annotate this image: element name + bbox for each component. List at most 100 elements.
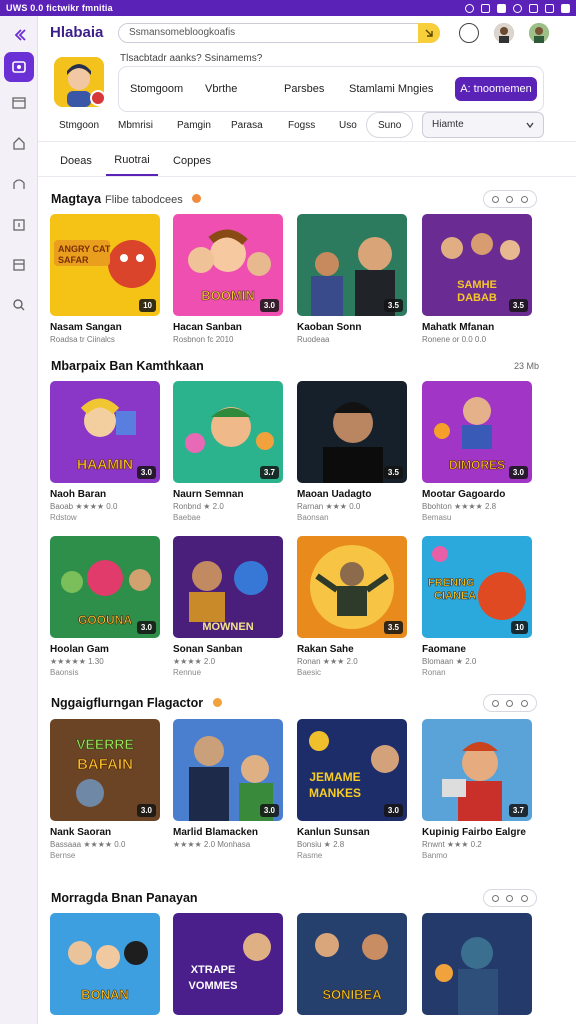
game-card[interactable]: 3.5 Maoan Uadagto Rarnan ★★★ 0.0 Baonsan (297, 381, 407, 522)
game-card[interactable]: SAMHE DABAB 3.5 Mahatk Mfanan Ronene or 0… (422, 214, 532, 344)
game-thumbnail[interactable]: 3.0 (173, 719, 283, 821)
tab-deals[interactable]: Doeas (58, 146, 94, 176)
game-thumbnail[interactable]: BOOMIN 3.0 (173, 214, 283, 316)
game-title[interactable]: Naoh Baran (50, 489, 160, 500)
game-card[interactable] (422, 913, 532, 1015)
game-thumbnail[interactable] (422, 913, 532, 1015)
category-item[interactable]: Vbrthe (205, 83, 237, 95)
game-card[interactable]: 3.5 Kaoban Sonn Ruodeaa (297, 214, 407, 344)
game-thumbnail[interactable]: 3.7 (422, 719, 532, 821)
game-card[interactable]: XTRAPE VOMMES (173, 913, 283, 1015)
game-thumbnail[interactable]: GOOUNA 3.0 (50, 536, 160, 638)
game-thumbnail[interactable]: 3.5 (297, 381, 407, 483)
game-card[interactable]: BOOMIN 3.0 Hacan Sanban Rosbnon fc 2010 (173, 214, 283, 344)
game-thumbnail[interactable]: HAAMIN 3.0 (50, 381, 160, 483)
game-title[interactable]: Nank Saoran (50, 827, 160, 838)
game-title[interactable]: Marlid Blamacken (173, 827, 283, 838)
next-icon[interactable] (506, 894, 514, 902)
game-card[interactable]: MOWNEN Sonan Sanban ★★★★ 2.0 Rennue (173, 536, 283, 677)
more-icon[interactable] (521, 894, 529, 902)
close-icon[interactable] (561, 3, 570, 13)
game-title[interactable]: Rakan Sahe (297, 644, 407, 655)
game-thumbnail[interactable]: SONIBEA (297, 913, 407, 1015)
tab-popular[interactable]: Ruotrai (106, 146, 158, 176)
category-item[interactable]: Parsbes (284, 83, 324, 95)
user-avatar[interactable] (529, 23, 549, 43)
game-title[interactable]: Sonan Sanban (173, 644, 283, 655)
game-thumbnail[interactable]: DIMORES 3.0 (422, 381, 532, 483)
window-menu-icon[interactable] (497, 3, 506, 13)
game-title[interactable]: Nasam Sangan (50, 322, 160, 333)
sidebar-item-store[interactable] (4, 52, 34, 82)
game-title[interactable]: Kaoban Sonn (297, 322, 407, 333)
game-title[interactable]: Maoan Uadagto (297, 489, 407, 500)
primary-action-button[interactable]: A: tnoomemen (455, 77, 537, 101)
carousel-controls[interactable] (483, 190, 537, 208)
sort-select[interactable]: Hiamte (422, 112, 544, 138)
prev-icon[interactable] (491, 699, 499, 707)
prev-icon[interactable] (491, 894, 499, 902)
game-thumbnail[interactable]: JEMAME MANKES 3.0 (297, 719, 407, 821)
game-title[interactable]: Faomane (422, 644, 532, 655)
more-icon[interactable] (521, 699, 529, 707)
search-button[interactable] (418, 23, 440, 43)
minimize-icon[interactable] (529, 3, 538, 13)
next-icon[interactable] (506, 699, 514, 707)
game-card[interactable]: 3.7 Naurn Semnan Ronbnd ★ 2.0 Baebae (173, 381, 283, 522)
game-card[interactable]: VEERRE BAFAIN 3.0 Nank Saoran Bassaaa ★★★… (50, 719, 160, 860)
sidebar-item-news[interactable] (4, 250, 34, 280)
category-item[interactable]: Stomgoom (130, 83, 183, 95)
prev-icon[interactable] (491, 195, 499, 203)
filter-chip[interactable]: Uso (339, 112, 357, 138)
filter-chip[interactable]: Mbmrisi (118, 112, 153, 138)
notification-icon[interactable] (465, 3, 474, 13)
filter-chip[interactable]: Parasa (231, 112, 263, 138)
game-thumbnail[interactable]: VEERRE BAFAIN 3.0 (50, 719, 160, 821)
game-thumbnail[interactable]: ANGRY CAT SAFAR 10 (50, 214, 160, 316)
game-thumbnail[interactable]: MOWNEN (173, 536, 283, 638)
game-card[interactable]: 3.7 Kupinig Fairbo Ealgre Rnwnt ★★★ 0.2 … (422, 719, 532, 860)
help-icon[interactable] (459, 23, 479, 43)
game-card[interactable]: 3.5 Rakan Sahe Ronan ★★★ 2.0 Baesic (297, 536, 407, 677)
game-title[interactable]: Kupinig Fairbo Ealgre (422, 827, 532, 838)
game-card[interactable]: JEMAME MANKES 3.0 Kanlun Sunsan Bonsiu ★ … (297, 719, 407, 860)
game-thumbnail[interactable]: FRENNG CIANEA 10 (422, 536, 532, 638)
friend-avatar[interactable] (494, 23, 514, 43)
game-card[interactable]: ANGRY CAT SAFAR 10 Nasam Sangan Roadsa tr… (50, 214, 160, 344)
search-input[interactable]: Ssmansomebloogkoafis (118, 23, 440, 43)
carousel-controls[interactable] (483, 889, 537, 907)
category-item[interactable]: Stamlami Mngies (349, 83, 433, 95)
next-icon[interactable] (506, 195, 514, 203)
sidebar-item-friends[interactable] (4, 168, 34, 198)
game-thumbnail[interactable]: 3.5 (297, 536, 407, 638)
game-title[interactable]: Hacan Sanban (173, 322, 283, 333)
sidebar-item-search[interactable] (4, 290, 34, 320)
sidebar-collapse-button[interactable] (4, 20, 34, 50)
game-card[interactable]: HAAMIN 3.0 Naoh Baran Baoab ★★★★ 0.0 Rds… (50, 381, 160, 522)
filter-chip[interactable]: Pamgin (177, 112, 211, 138)
tab-coupons[interactable]: Coppes (172, 146, 212, 176)
game-thumbnail[interactable]: XTRAPE VOMMES (173, 913, 283, 1015)
game-title[interactable]: Kanlun Sunsan (297, 827, 407, 838)
game-card[interactable]: 3.0 Marlid Blamacken ★★★★ 2.0 Monhasa (173, 719, 283, 851)
filter-chip[interactable]: Suno (366, 112, 414, 138)
game-thumbnail[interactable]: BONAN (50, 913, 160, 1015)
game-thumbnail[interactable]: SAMHE DABAB 3.5 (422, 214, 532, 316)
maximize-icon[interactable] (545, 3, 554, 13)
settings-icon[interactable] (481, 3, 490, 13)
game-card[interactable]: FRENNG CIANEA 10 Faomane Blomaan ★ 2.0 Ro… (422, 536, 532, 677)
game-card[interactable]: DIMORES 3.0 Mootar Gagoardo Bbohton ★★★★… (422, 381, 532, 522)
filter-chip[interactable]: Stmgoon (59, 112, 99, 138)
game-card[interactable]: SONIBEA (297, 913, 407, 1015)
game-title[interactable]: Mootar Gagoardo (422, 489, 532, 500)
carousel-controls[interactable] (483, 694, 537, 712)
game-title[interactable]: Naurn Semnan (173, 489, 283, 500)
game-title[interactable]: Mahatk Mfanan (422, 322, 532, 333)
sidebar-item-downloads[interactable] (4, 210, 34, 240)
game-title[interactable]: Hoolan Gam (50, 644, 160, 655)
filter-chip[interactable]: Fogss (288, 112, 315, 138)
sidebar-item-home[interactable] (4, 128, 34, 158)
more-icon[interactable] (521, 195, 529, 203)
account-icon[interactable] (513, 3, 522, 13)
game-card[interactable]: GOOUNA 3.0 Hoolan Gam ★★★★★ 1.30 Baonsis (50, 536, 160, 677)
